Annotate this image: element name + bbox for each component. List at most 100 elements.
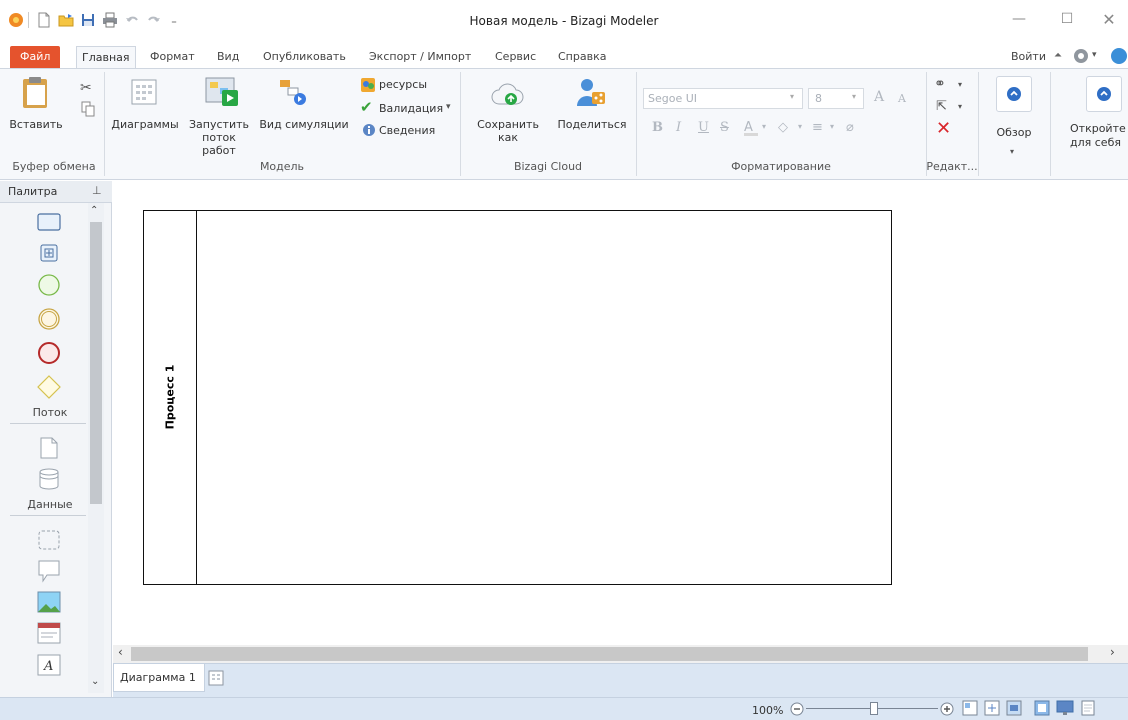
tab-diagram-1[interactable]: Диаграмма 1 [113, 664, 205, 692]
subprocess-shape-icon[interactable] [36, 240, 62, 266]
diagrams-button[interactable]: Диаграммы [110, 118, 180, 131]
customize-icon[interactable]: ₌ [164, 10, 184, 30]
settings-gear-icon[interactable] [1072, 47, 1090, 65]
undo-icon[interactable] [122, 10, 142, 30]
share-button[interactable]: Поделиться [556, 118, 628, 131]
simulation-icon[interactable] [278, 78, 308, 106]
cut-icon[interactable]: ✂ [80, 80, 92, 96]
print-icon[interactable] [100, 10, 120, 30]
tab-format[interactable]: Формат [145, 46, 200, 68]
close-icon[interactable]: ✕ [1094, 8, 1124, 30]
collapse-ribbon-icon[interactable]: ⏶ [1054, 50, 1068, 64]
resources-button[interactable]: ресурсы [379, 78, 427, 91]
canvas-vertical-scrollbar[interactable] [1112, 181, 1128, 645]
tab-view[interactable]: Вид [212, 46, 244, 68]
tab-help[interactable]: Справка [553, 46, 611, 68]
copy-icon[interactable] [81, 101, 95, 117]
redo-icon[interactable] [144, 10, 164, 30]
discover-label-2[interactable]: для себя [1070, 136, 1128, 149]
delete-icon[interactable]: ✕ [936, 118, 951, 139]
tab-file[interactable]: Файл [10, 46, 61, 68]
tab-export-import[interactable]: Экспорт / Импорт [364, 46, 476, 68]
presentation-view-icon[interactable] [1056, 700, 1074, 716]
palette-scroll-thumb[interactable] [90, 222, 102, 504]
run-workflow-label-2[interactable]: поток работ [184, 131, 254, 157]
page-view-icon[interactable] [1080, 700, 1096, 716]
bold-icon[interactable]: B [652, 120, 663, 135]
paste-button[interactable]: Вставить [4, 118, 68, 131]
validation-check-icon[interactable]: ✔ [360, 100, 376, 115]
chevron-down-icon[interactable]: ▾ [1092, 50, 1097, 60]
discover-label-1[interactable]: Откройте [1070, 122, 1128, 135]
scroll-up-icon[interactable]: ⌃ [90, 205, 98, 216]
palette-section-data[interactable]: Данные [20, 498, 80, 511]
image-shape-icon[interactable] [36, 589, 62, 615]
scroll-down-icon[interactable]: ⌄ [91, 676, 99, 687]
find-binoculars-icon[interactable]: ⚭ [934, 76, 946, 92]
minimize-icon[interactable]: — [1004, 8, 1034, 30]
font-color-icon[interactable]: A [744, 120, 758, 136]
run-workflow-icon[interactable] [204, 76, 240, 108]
zoom-slider-thumb[interactable] [870, 702, 878, 715]
increase-font-icon[interactable]: A [874, 89, 884, 105]
pin-icon[interactable]: ⊥ [92, 184, 102, 197]
select-cursor-icon[interactable]: ⇱ [936, 99, 947, 114]
simulation-view-button[interactable]: Вид симуляции [256, 118, 352, 131]
maximize-icon[interactable]: ☐ [1052, 8, 1082, 30]
tab-home[interactable]: Главная [76, 46, 136, 68]
annotation-icon[interactable] [36, 558, 62, 584]
data-object-icon[interactable] [36, 435, 62, 461]
underline-icon[interactable]: U [698, 120, 709, 135]
text-shape-icon[interactable]: A [36, 652, 62, 678]
zoom-out-icon[interactable] [790, 702, 804, 716]
font-family-select[interactable]: Segoe UI [643, 88, 803, 109]
login-link[interactable]: Войти [1006, 46, 1051, 68]
end-event-icon[interactable] [36, 340, 62, 366]
task-shape-icon[interactable] [36, 209, 62, 235]
cloud-save-icon[interactable] [490, 80, 526, 108]
horizontal-scroll-thumb[interactable] [131, 647, 1088, 661]
diagrams-icon[interactable] [130, 78, 158, 106]
help-globe-icon[interactable] [1110, 47, 1128, 65]
data-store-icon[interactable] [36, 466, 62, 492]
chevron-down-icon[interactable]: ▾ [446, 102, 451, 112]
palette-section-flow[interactable]: Поток [20, 406, 80, 419]
tab-service[interactable]: Сервис [490, 46, 541, 68]
save-icon[interactable] [78, 10, 98, 30]
save-as-button[interactable]: Сохранить как [466, 118, 550, 144]
strikethrough-icon[interactable]: S [720, 120, 729, 135]
normal-view-icon[interactable] [1034, 700, 1050, 716]
header-shape-icon[interactable] [36, 620, 62, 646]
italic-icon[interactable]: I [676, 120, 681, 135]
tab-publish[interactable]: Опубликовать [258, 46, 351, 68]
new-file-icon[interactable] [34, 10, 54, 30]
app-logo-icon[interactable] [6, 10, 26, 30]
start-event-icon[interactable] [36, 272, 62, 298]
info-icon[interactable] [362, 123, 376, 137]
fill-color-icon[interactable]: ◇ [778, 120, 788, 135]
discover-icon[interactable] [1086, 76, 1122, 112]
zoom-in-icon[interactable] [940, 702, 954, 716]
run-workflow-label-1[interactable]: Запустить [184, 118, 254, 131]
paste-icon[interactable] [20, 76, 50, 110]
scroll-left-icon[interactable]: ‹ [118, 645, 123, 659]
scroll-right-icon[interactable]: › [1110, 645, 1115, 659]
gateway-icon[interactable] [36, 374, 62, 400]
overview-icon[interactable] [996, 76, 1032, 112]
group-shape-icon[interactable] [36, 527, 62, 553]
decrease-font-icon[interactable]: A [898, 92, 906, 105]
overview-button[interactable]: Обзор [990, 126, 1038, 139]
fit-page-icon[interactable] [984, 700, 1000, 716]
pool-title[interactable]: Процесс 1 [164, 365, 177, 430]
validation-button[interactable]: Валидация [379, 102, 443, 115]
pool[interactable]: Процесс 1 [143, 210, 892, 585]
align-icon[interactable]: ≡ [812, 120, 823, 135]
open-folder-icon[interactable] [56, 10, 76, 30]
fit-width-icon[interactable] [1006, 700, 1022, 716]
info-button[interactable]: Сведения [379, 124, 435, 137]
add-diagram-icon[interactable] [208, 670, 224, 686]
resources-icon[interactable] [360, 77, 376, 93]
intermediate-event-icon[interactable] [36, 306, 62, 332]
clear-format-icon[interactable]: ⌀ [846, 120, 854, 135]
share-icon[interactable] [574, 76, 606, 108]
